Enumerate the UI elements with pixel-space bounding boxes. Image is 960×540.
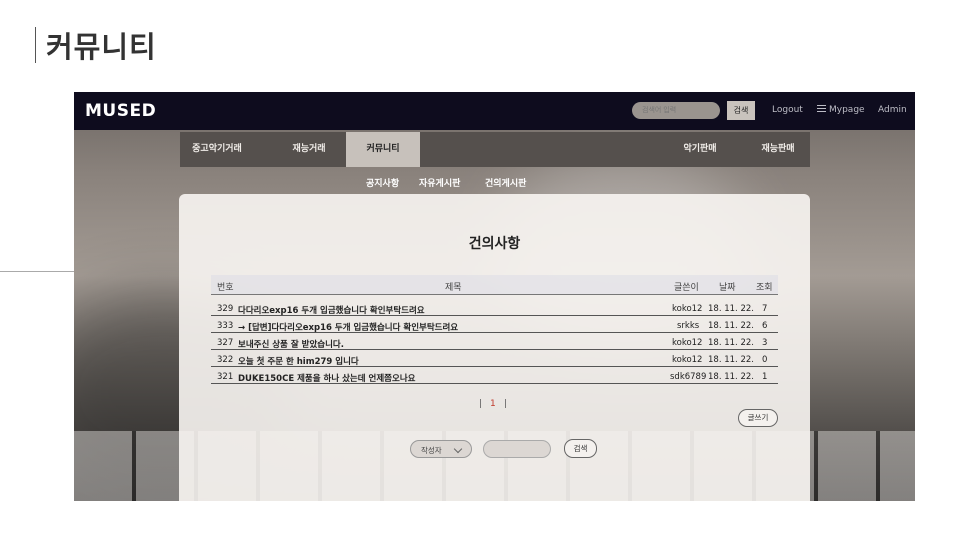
nav-item-instrument-sales[interactable]: 악기판매 — [664, 132, 736, 167]
main-nav: 중고악기거래 재능거래 커뮤니티 악기판매 재능판매 — [180, 132, 810, 167]
nav-item-talent-trade[interactable]: 재능거래 — [274, 132, 344, 167]
col-views: 조회 — [756, 283, 773, 293]
mypage-label: Mypage — [829, 105, 865, 115]
row-views: 0 — [762, 355, 768, 365]
row-views: 7 — [762, 304, 768, 314]
board-search-input[interactable] — [483, 440, 551, 458]
row-author: sdk6789 — [670, 372, 707, 382]
row-number: 322 — [217, 355, 234, 365]
search-type-value: 작성자 — [421, 446, 442, 455]
col-date: 날짜 — [719, 283, 736, 293]
pager-divider-left: | — [479, 399, 483, 409]
row-subject[interactable]: 오늘 첫 주문 한 him279 입니다 — [238, 355, 359, 367]
chevron-down-icon — [453, 444, 463, 454]
table-row[interactable]: 321 DUKE150CE 제품을 하나 샀는데 언제쯤오나요 sdk6789 … — [211, 367, 778, 384]
row-views: 1 — [762, 372, 768, 382]
row-date: 18. 11. 22. — [708, 338, 754, 348]
slide-title: 커뮤니티 — [46, 30, 157, 64]
row-number: 327 — [217, 338, 234, 348]
row-subject[interactable]: DUKE150CE 제품을 하나 샀는데 언제쯤오나요 — [238, 372, 415, 384]
top-search-input[interactable] — [632, 102, 720, 119]
board-panel: 건의사항 번호 제목 글쓴이 날짜 조회 329 다다리오exp16 두개 입금… — [179, 194, 810, 501]
slide: 커뮤니티 MUSED 검색 Logout Mypage Admin 중고악기거래… — [0, 0, 960, 540]
row-views: 3 — [762, 338, 768, 348]
decorative-line — [0, 271, 74, 272]
row-number: 321 — [217, 372, 234, 382]
row-date: 18. 11. 22. — [708, 321, 754, 331]
admin-link[interactable]: Admin — [878, 105, 907, 115]
top-bar: MUSED 검색 Logout Mypage Admin — [74, 92, 915, 130]
write-button[interactable]: 글쓰기 — [738, 409, 778, 427]
row-subject[interactable]: 보내주신 상품 잘 받았습니다. — [238, 338, 344, 350]
table-row[interactable]: 329 다다리오exp16 두개 입금했습니다 확인부탁드려요 koko12 1… — [211, 299, 778, 316]
board-search-button[interactable]: 검색 — [564, 439, 597, 458]
subnav-suggestion-board[interactable]: 건의게시판 — [485, 176, 526, 189]
row-author: koko12 — [672, 338, 703, 348]
row-date: 18. 11. 22. — [708, 355, 754, 365]
col-author: 글쓴이 — [674, 283, 699, 293]
col-subject: 제목 — [445, 283, 462, 293]
row-date: 18. 11. 22. — [708, 372, 754, 382]
subnav-notice[interactable]: 공지사항 — [366, 176, 399, 189]
website-screenshot: MUSED 검색 Logout Mypage Admin 중고악기거래 재능거래… — [74, 92, 915, 501]
pager-page-1[interactable]: 1 — [490, 399, 496, 409]
site-logo[interactable]: MUSED — [85, 101, 156, 121]
pager-divider-right: | — [504, 399, 508, 409]
nav-item-community[interactable]: 커뮤니티 — [346, 132, 420, 167]
row-number: 333 — [217, 321, 234, 331]
menu-icon — [817, 105, 826, 112]
search-type-select[interactable]: 작성자 — [410, 440, 472, 458]
subnav-free-board[interactable]: 자유게시판 — [419, 176, 460, 189]
table-row[interactable]: 327 보내주신 상품 잘 받았습니다. koko12 18. 11. 22. … — [211, 333, 778, 350]
row-subject[interactable]: 다다리오exp16 두개 입금했습니다 확인부탁드려요 — [238, 304, 425, 316]
nav-item-talent-sales[interactable]: 재능판매 — [746, 132, 810, 167]
table-row[interactable]: 322 오늘 첫 주문 한 him279 입니다 koko12 18. 11. … — [211, 350, 778, 367]
row-date: 18. 11. 22. — [708, 304, 754, 314]
row-number: 329 — [217, 304, 234, 314]
nav-item-used-instruments[interactable]: 중고악기거래 — [180, 132, 254, 167]
row-views: 6 — [762, 321, 768, 331]
title-accent-bar — [35, 27, 36, 63]
top-search-button[interactable]: 검색 — [727, 101, 755, 120]
col-number: 번호 — [217, 283, 234, 293]
board-title: 건의사항 — [468, 236, 521, 252]
row-author: srkks — [677, 321, 700, 331]
mypage-link[interactable]: Mypage — [817, 105, 865, 115]
row-subject[interactable]: → [답변]다다리오exp16 두개 입금했습니다 확인부탁드려요 — [238, 321, 458, 333]
row-author: koko12 — [672, 304, 703, 314]
table-header: 번호 제목 글쓴이 날짜 조회 — [211, 275, 778, 295]
row-author: koko12 — [672, 355, 703, 365]
logout-link[interactable]: Logout — [772, 105, 803, 115]
table-row[interactable]: 333 → [답변]다다리오exp16 두개 입금했습니다 확인부탁드려요 sr… — [211, 316, 778, 333]
